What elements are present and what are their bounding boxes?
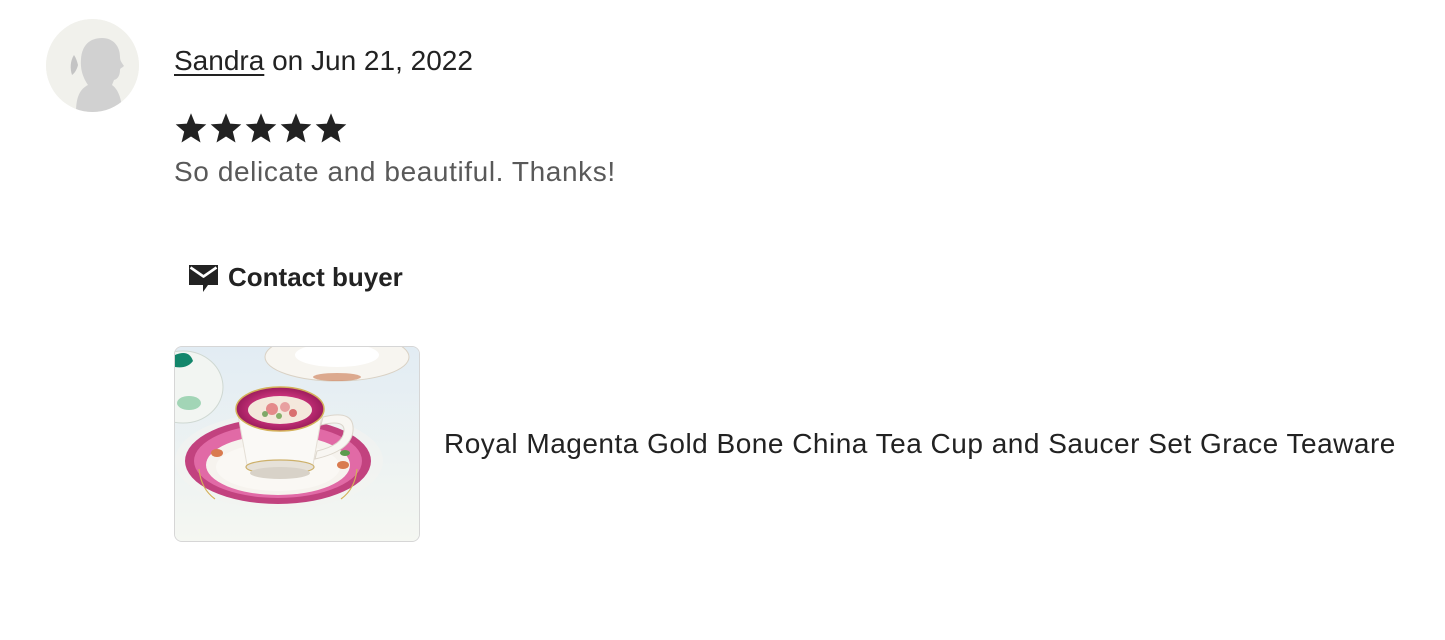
teacup-image: [175, 347, 419, 541]
contact-buyer-button[interactable]: Contact buyer: [174, 249, 417, 305]
contact-buyer-label: Contact buyer: [228, 261, 403, 292]
envelope-speech-icon: [189, 265, 218, 292]
reviewer-name-link[interactable]: Sandra: [174, 45, 264, 76]
star-icon: [280, 113, 312, 143]
review-text: So delicate and beautiful. Thanks!: [174, 156, 616, 187]
review-date: on Jun 21, 2022: [264, 45, 473, 76]
star-icon: [245, 113, 277, 143]
product-thumbnail[interactable]: [174, 346, 420, 542]
star-rating: [174, 110, 348, 146]
review-card: Sandra on Jun 21, 2022 So delicate and b…: [0, 0, 1445, 640]
product-title[interactable]: Royal Magenta Gold Bone China Tea Cup an…: [444, 425, 1396, 463]
product-link[interactable]: Royal Magenta Gold Bone China Tea Cup an…: [174, 346, 1396, 542]
user-silhouette-icon: [46, 19, 139, 112]
review-byline: Sandra on Jun 21, 2022: [174, 42, 473, 80]
reviewer-avatar[interactable]: [46, 19, 139, 112]
star-icon: [210, 113, 242, 143]
star-icon: [315, 113, 347, 143]
star-icon: [175, 113, 207, 143]
